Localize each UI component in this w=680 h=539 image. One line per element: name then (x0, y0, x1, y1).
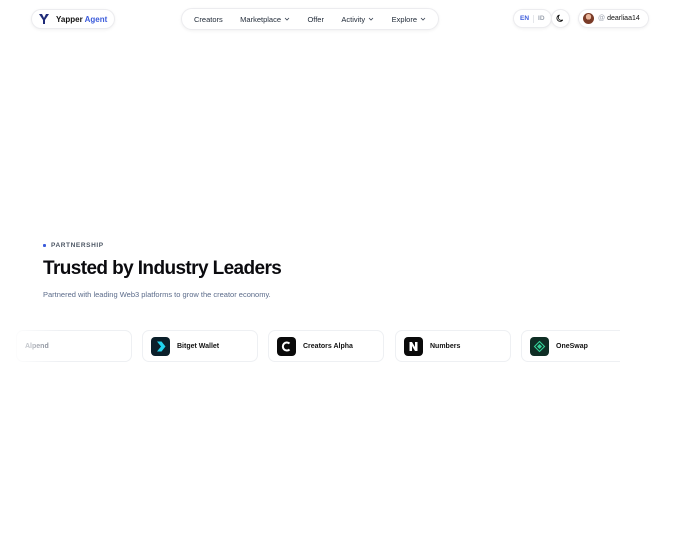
section-eyebrow: PARTNERSHIP (43, 242, 104, 249)
section-subtitle: Partnered with leading Web3 platforms to… (43, 290, 271, 299)
user-handle: @ dearliaa14 (598, 15, 640, 22)
nav-creators[interactable]: Creators (190, 15, 227, 24)
brand-name: Yapper Agent (56, 14, 108, 24)
oneswap-logo-icon (530, 336, 549, 356)
partner-name: Numbers (430, 342, 461, 350)
language-switcher[interactable]: EN ID (513, 9, 552, 28)
avatar (583, 13, 594, 24)
brand-logo[interactable]: Yapper Agent (31, 9, 116, 29)
chevron-down-icon (420, 17, 426, 21)
partner-card-bitget-wallet[interactable]: Bitget Wallet (142, 330, 258, 362)
numbers-logo-icon (404, 336, 423, 356)
chevron-down-icon (368, 17, 374, 21)
lang-divider (533, 14, 535, 23)
nav-explore[interactable]: Explore (388, 15, 430, 24)
partner-card-alpend[interactable]: Alpend (16, 330, 132, 362)
lang-id[interactable]: ID (538, 15, 545, 22)
moon-icon (556, 14, 564, 22)
eyebrow-label: PARTNERSHIP (51, 242, 104, 249)
partner-card-numbers[interactable]: Numbers (395, 330, 511, 362)
partner-card-creators-alpha[interactable]: Creators Alpha (268, 330, 384, 362)
partners-carousel: Alpend Bitget Wallet Creators Alpha Numb… (0, 330, 620, 364)
eyebrow-dot (43, 244, 46, 247)
yapper-logo-icon (39, 14, 49, 24)
section-title: Trusted by Industry Leaders (43, 258, 282, 279)
partner-card-oneswap[interactable]: OneSwap (521, 330, 620, 362)
partner-name: Bitget Wallet (177, 342, 220, 350)
user-menu-button[interactable]: @ dearliaa14 (578, 9, 649, 28)
theme-toggle-button[interactable] (551, 9, 570, 28)
partner-name: OneSwap (556, 342, 588, 350)
partner-name: Creators Alpha (303, 342, 353, 350)
nav-offer[interactable]: Offer (303, 15, 328, 24)
nav-activity[interactable]: Activity (337, 15, 378, 24)
creators-alpha-logo-icon (277, 336, 296, 356)
chevron-down-icon (284, 17, 290, 21)
bitget-wallet-logo-icon (151, 336, 170, 356)
nav-marketplace[interactable]: Marketplace (236, 15, 294, 24)
partner-name: Alpend (25, 342, 49, 350)
main-nav: Creators Marketplace Offer Activity Expl… (181, 8, 439, 30)
lang-en[interactable]: EN (520, 15, 529, 22)
